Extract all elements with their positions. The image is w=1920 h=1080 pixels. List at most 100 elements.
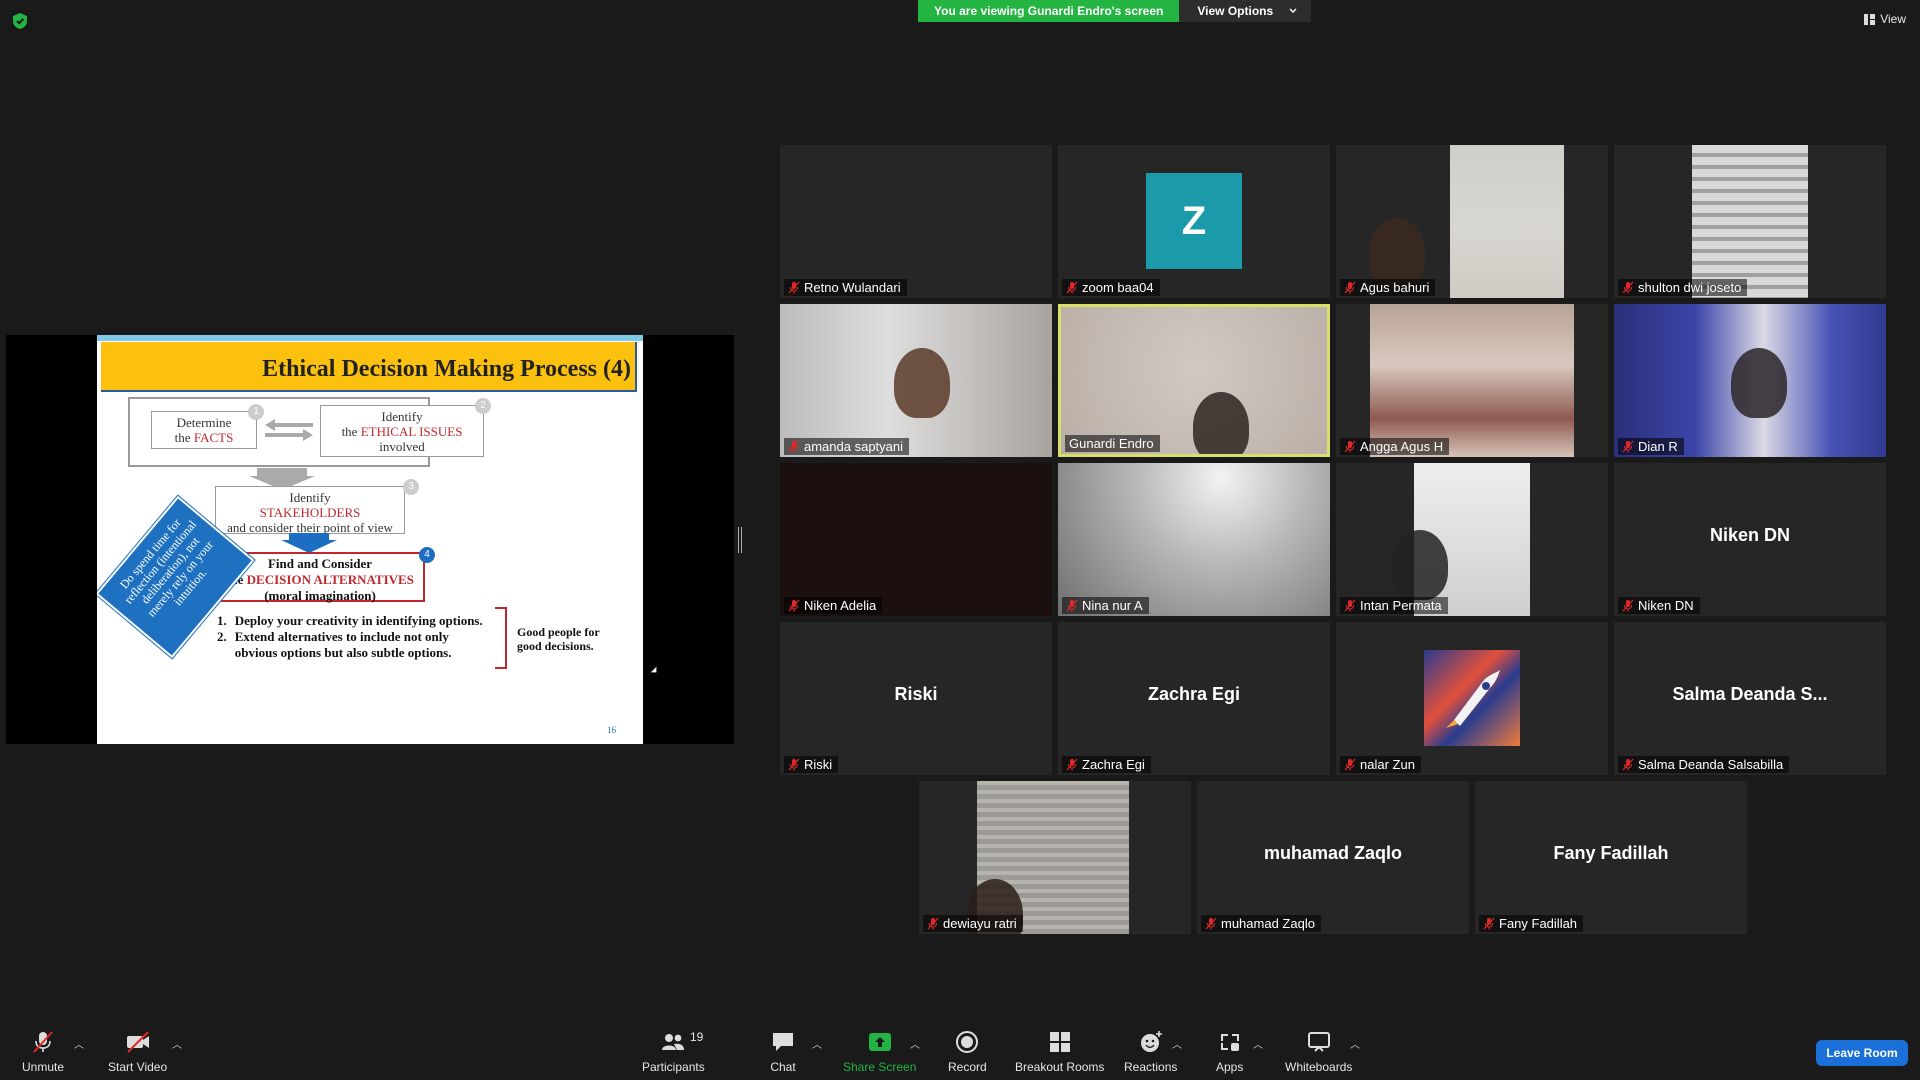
participant-name-tag: Gunardi Endro: [1065, 435, 1160, 452]
view-label: View: [1880, 12, 1906, 26]
list-item: 2. Extend alternatives to include not onl…: [217, 629, 452, 660]
whiteboards-options-caret[interactable]: ︿: [1350, 1036, 1360, 1051]
participant-tile[interactable]: Zachra Egi Zachra Egi: [1058, 622, 1330, 775]
breakout-rooms-icon: [1049, 1032, 1070, 1052]
participant-name-tag: shulton dwi joseto: [1618, 279, 1748, 296]
participant-tile[interactable]: dewiayu ratri: [919, 781, 1191, 934]
step4-line2: the DECISION ALTERNATIVES: [226, 572, 414, 587]
participant-name-tag: Fany Fadillah: [1479, 915, 1584, 932]
step3-line1: Identify: [289, 490, 331, 505]
participant-tile[interactable]: Agus bahuri: [1336, 145, 1608, 298]
rocket-icon: [1446, 670, 1500, 728]
unmute-button[interactable]: Unmute: [22, 1030, 64, 1074]
apps-button[interactable]: Apps: [1216, 1030, 1243, 1074]
participant-tile[interactable]: amanda saptyani: [780, 304, 1052, 457]
participant-name: Intan Permata: [1360, 598, 1442, 613]
mic-muted-icon: [1344, 599, 1356, 612]
leave-room-button[interactable]: Leave Room: [1816, 1040, 1908, 1066]
video-options-caret[interactable]: ︿: [172, 1036, 182, 1051]
participant-name: Angga Agus H: [1360, 439, 1444, 454]
chevron-down-icon: [1289, 8, 1297, 13]
start-video-button[interactable]: Start Video: [108, 1030, 167, 1074]
record-icon: [956, 1031, 979, 1053]
shared-screen[interactable]: Ethical Decision Making Process (4) Dete…: [6, 335, 734, 744]
participant-name-tag: Zachra Egi: [1062, 756, 1151, 773]
smiley-plus-icon: [1140, 1031, 1162, 1052]
audio-options-caret[interactable]: ︿: [74, 1036, 84, 1051]
mic-muted-icon: [1622, 599, 1634, 612]
apps-label: Apps: [1216, 1060, 1244, 1074]
participant-name: Agus bahuri: [1360, 280, 1430, 295]
panel-resize-handle[interactable]: [738, 527, 742, 553]
step4-number: 4: [419, 547, 435, 563]
participant-display-name: Salma Deanda S...: [1672, 684, 1828, 704]
options-list: 1. Deploy your creativity in identifying …: [217, 613, 487, 661]
participant-tile[interactable]: Zzoom baa04: [1058, 145, 1330, 298]
participant-name: shulton dwi joseto: [1638, 280, 1742, 295]
participant-name: Nina nur A: [1082, 598, 1143, 613]
participant-name: Salma Deanda Salsabilla: [1638, 757, 1784, 772]
mic-muted-icon: [1622, 758, 1634, 771]
reactions-options-caret[interactable]: ︿: [1172, 1036, 1182, 1051]
step2-line2: the ETHICAL ISSUES: [341, 424, 463, 439]
avatar-initial: Z: [1146, 173, 1242, 269]
participant-tile[interactable]: Retno Wulandari: [780, 145, 1052, 298]
share-options-caret[interactable]: ︿: [910, 1036, 920, 1051]
whiteboards-button[interactable]: Whiteboards: [1285, 1030, 1352, 1074]
security-shield-icon[interactable]: [12, 12, 28, 30]
breakout-rooms-label: Breakout Rooms: [1015, 1060, 1105, 1074]
participant-video: [1058, 463, 1330, 616]
participant-name-tag: Angga Agus H: [1340, 438, 1450, 455]
participant-tile[interactable]: shulton dwi joseto: [1614, 145, 1886, 298]
presentation-slide: Ethical Decision Making Process (4) Dete…: [97, 335, 643, 744]
video-off-icon: [126, 1031, 149, 1053]
participant-name: Zachra Egi: [1082, 757, 1145, 772]
participant-name: Niken Adelia: [804, 598, 877, 613]
participant-name-tag: Niken DN: [1618, 597, 1700, 614]
mic-muted-icon: [788, 758, 800, 771]
participant-tile[interactable]: Salma Deanda S... Salma Deanda Salsabilla: [1614, 622, 1886, 775]
participant-name: Fany Fadillah: [1499, 916, 1578, 931]
view-button[interactable]: View: [1864, 12, 1906, 26]
participant-name-tag: Nina nur A: [1062, 597, 1149, 614]
participant-name-tag: dewiayu ratri: [923, 915, 1023, 932]
participant-tile[interactable]: nalar Zun: [1336, 622, 1608, 775]
mic-muted-icon: [1344, 281, 1356, 294]
participant-tile[interactable]: Niken DN Niken DN: [1614, 463, 1886, 616]
chat-button[interactable]: Chat: [770, 1030, 796, 1074]
good-people-note: Good people for good decisions.: [517, 625, 600, 653]
participant-display-name: Niken DN: [1709, 525, 1790, 545]
participant-name-tag: Retno Wulandari: [784, 279, 907, 296]
participant-silhouette: [1369, 218, 1425, 288]
reactions-button[interactable]: Reactions: [1124, 1030, 1177, 1074]
share-screen-button[interactable]: Share Screen: [843, 1030, 916, 1074]
double-arrow-icon: [265, 419, 313, 441]
participant-tile[interactable]: Niken Adelia: [780, 463, 1052, 616]
participant-tile[interactable]: muhamad Zaqlo muhamad Zaqlo: [1197, 781, 1469, 934]
participant-tile[interactable]: Angga Agus H: [1336, 304, 1608, 457]
step2-line1: Identify: [381, 409, 423, 424]
mic-muted-icon: [1205, 917, 1217, 930]
participant-tile[interactable]: Fany Fadillah Fany Fadillah: [1475, 781, 1747, 934]
participant-name-tag: Agus bahuri: [1340, 279, 1436, 296]
participant-tile[interactable]: Intan Permata: [1336, 463, 1608, 616]
record-label: Record: [948, 1060, 987, 1074]
mic-muted-icon: [1344, 440, 1356, 453]
viewing-screen-label: You are viewing Gunardi Endro's screen: [918, 0, 1180, 22]
participant-tile[interactable]: Gunardi Endro: [1058, 304, 1330, 457]
mic-muted-icon: [788, 440, 800, 453]
breakout-rooms-button[interactable]: Breakout Rooms: [1015, 1030, 1104, 1074]
rocket-avatar: [1424, 650, 1520, 746]
participant-name: zoom baa04: [1082, 280, 1154, 295]
apps-options-caret[interactable]: ︿: [1253, 1036, 1263, 1051]
record-button[interactable]: Record: [948, 1030, 987, 1074]
chat-options-caret[interactable]: ︿: [812, 1036, 822, 1051]
participant-tile[interactable]: Nina nur A: [1058, 463, 1330, 616]
participant-tile[interactable]: Riski Riski: [780, 622, 1052, 775]
participant-tile[interactable]: Dian R: [1614, 304, 1886, 457]
participant-name: amanda saptyani: [804, 439, 904, 454]
mic-muted-icon: [788, 281, 800, 294]
participant-name-tag: Dian R: [1618, 438, 1684, 455]
view-options-dropdown[interactable]: View Options: [1179, 0, 1312, 22]
step3-box: Identify STAKEHOLDERS and consider their…: [215, 486, 405, 535]
